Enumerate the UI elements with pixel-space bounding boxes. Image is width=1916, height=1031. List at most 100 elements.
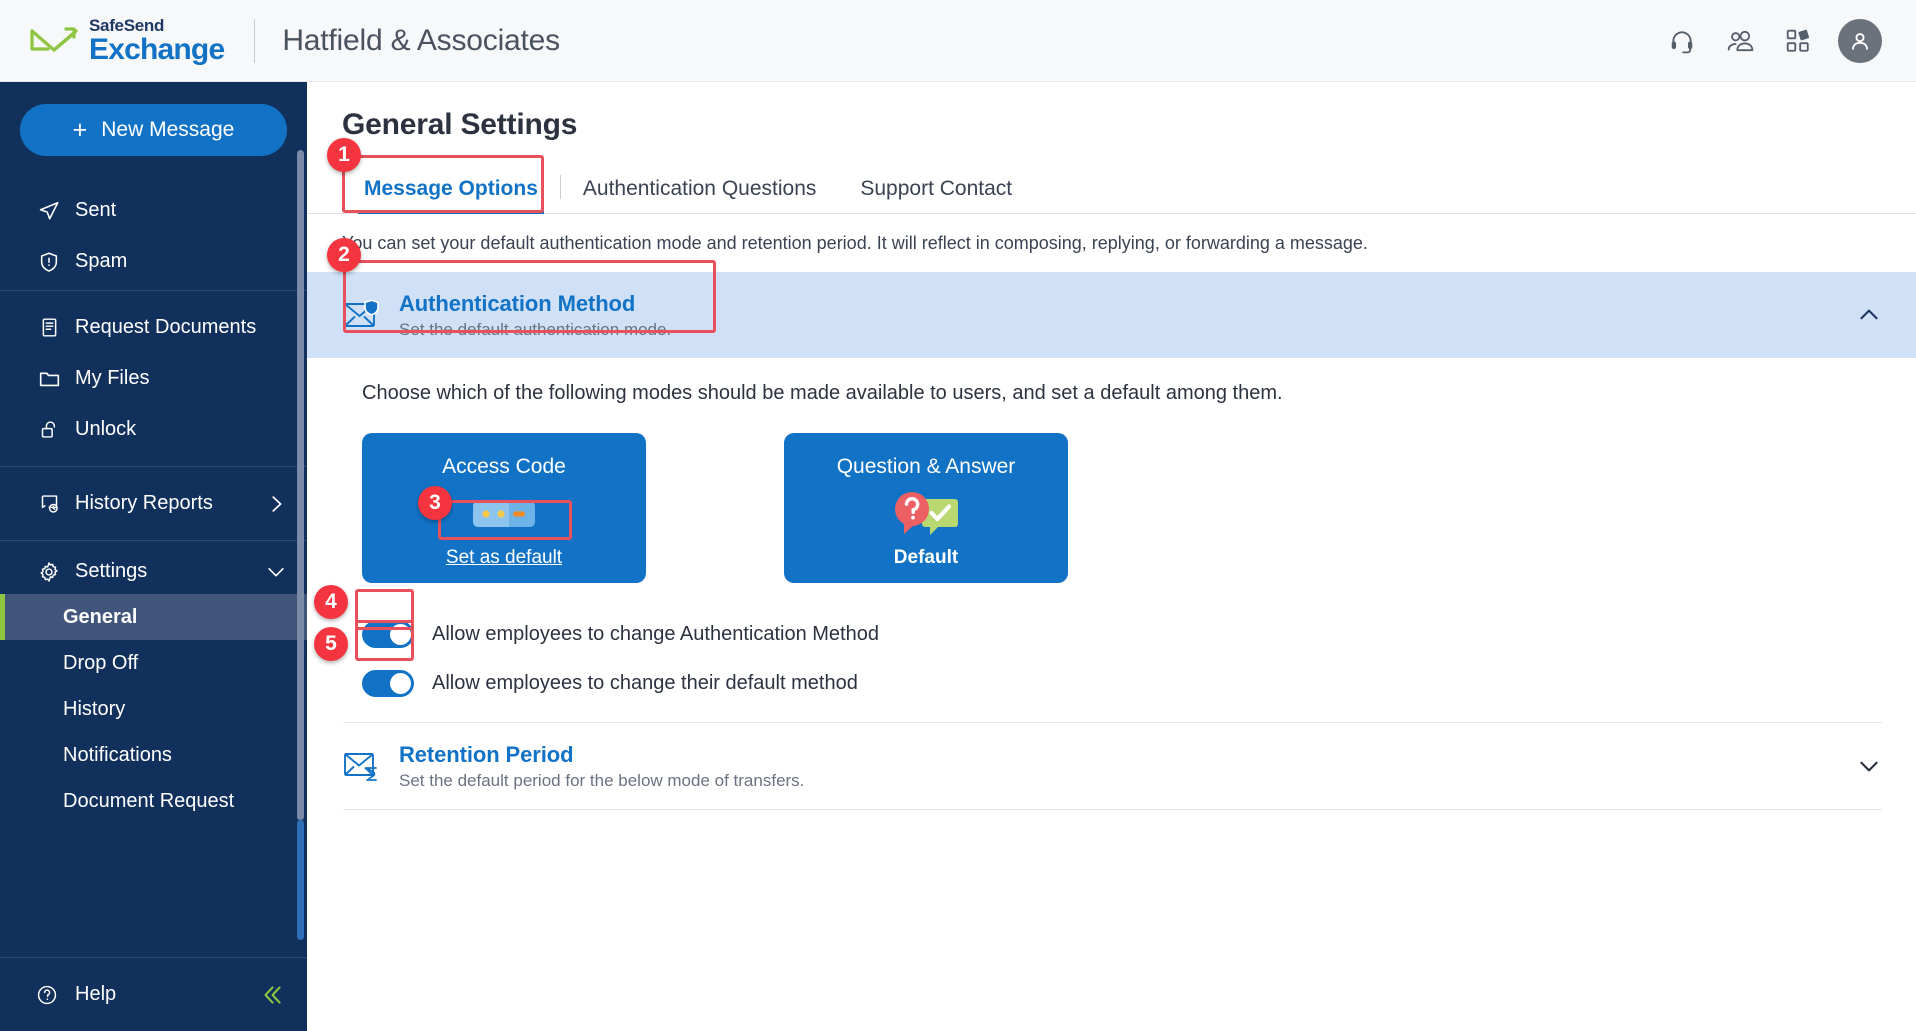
double-chevron-left-icon[interactable]: [259, 982, 285, 1008]
sidebar-subitem-label: Notifications: [63, 744, 172, 767]
section-title: Authentication Method: [399, 291, 671, 317]
chevron-down-icon[interactable]: [1856, 753, 1882, 779]
firm-name: Hatfield & Associates: [282, 24, 560, 58]
card-title: Access Code: [442, 455, 566, 479]
choose-modes-text: Choose which of the following modes shou…: [307, 382, 1916, 405]
user-avatar-icon[interactable]: [1838, 19, 1882, 63]
sidebar-item-my-files[interactable]: My Files: [0, 356, 307, 401]
toggle-label: Allow employees to change their default …: [432, 672, 858, 695]
sidebar-subitem-notifications[interactable]: Notifications: [0, 732, 307, 778]
sidebar-group-settings: Settings General Drop Off History: [0, 541, 307, 824]
authentication-method-body: Choose which of the following modes shou…: [307, 358, 1916, 699]
toggle-row-allow-change-auth-method: Allow employees to change Authentication…: [362, 619, 1916, 650]
sidebar-group-reports: History Reports: [0, 467, 307, 541]
sidebar-item-label: My Files: [75, 367, 149, 390]
tab-support-contact[interactable]: Support Contact: [838, 177, 1034, 213]
sidebar-footer: Help: [0, 957, 307, 1031]
question-answer-default-label: Default: [894, 547, 958, 569]
folder-icon: [36, 367, 62, 391]
tab-label: Support Contact: [860, 177, 1012, 200]
shield-alert-icon: [36, 250, 62, 274]
sidebar-subitem-drop-off[interactable]: Drop Off: [0, 640, 307, 686]
toggle-allow-change-auth-method[interactable]: [362, 621, 414, 648]
brand-divider: [254, 19, 255, 63]
sidebar-subitem-label: History: [63, 698, 125, 721]
auth-mode-card-access-code[interactable]: Access Code Set as default: [362, 433, 646, 583]
tab-message-options[interactable]: Message Options: [342, 177, 560, 213]
logo-wordmark: SafeSend Exchange: [89, 17, 224, 65]
question-answer-bubbles-icon: [890, 488, 962, 540]
logo-line-2: Exchange: [89, 35, 224, 65]
top-bar: SafeSend Exchange Hatfield & Associates: [0, 0, 1916, 82]
main-content: General Settings Message Options Authent…: [307, 82, 1916, 1031]
people-icon[interactable]: [1722, 23, 1758, 59]
apps-grid-icon[interactable]: [1780, 23, 1816, 59]
chevron-down-icon: [265, 561, 287, 583]
sidebar-item-sent[interactable]: Sent: [0, 188, 307, 233]
gear-icon: [36, 560, 62, 584]
sidebar-item-label: Settings: [75, 560, 147, 583]
sidebar: + New Message Sent: [0, 82, 307, 1031]
tab-authentication-questions[interactable]: Authentication Questions: [561, 177, 838, 213]
sidebar-subitem-general[interactable]: General: [0, 594, 307, 640]
unlock-icon: [36, 418, 62, 442]
card-title: Question & Answer: [837, 455, 1016, 479]
sidebar-item-settings[interactable]: Settings: [0, 549, 307, 594]
access-code-set-as-default[interactable]: Set as default: [446, 547, 562, 569]
app-root: SafeSend Exchange Hatfield & Associates: [0, 0, 1916, 1031]
intro-text: You can set your default authentication …: [307, 214, 1916, 272]
sidebar-scrollbar[interactable]: [297, 150, 304, 940]
question-circle-icon: [36, 984, 62, 1006]
top-bar-actions: [1664, 19, 1916, 63]
toggle-row-allow-change-default-method: Allow employees to change their default …: [362, 668, 1916, 699]
sidebar-item-label: Spam: [75, 250, 127, 273]
tab-bar: Message Options Authentication Questions…: [307, 168, 1916, 214]
auth-mode-cards: Access Code Set as default: [307, 405, 1916, 583]
sidebar-item-label: History Reports: [75, 492, 213, 515]
authentication-method-texts: Authentication Method Set the default au…: [399, 291, 671, 340]
sidebar-subitem-document-request[interactable]: Document Request: [0, 778, 307, 824]
envelope-hourglass-icon: [343, 746, 383, 786]
sidebar-item-unlock[interactable]: Unlock: [0, 407, 307, 452]
sidebar-item-history-reports[interactable]: History Reports: [0, 481, 307, 526]
sidebar-subitem-label: Document Request: [63, 790, 234, 813]
toggle-allow-change-default-method[interactable]: [362, 670, 414, 697]
history-report-icon: [36, 492, 62, 516]
toggle-knob: [390, 673, 411, 694]
chevron-right-icon: [265, 493, 287, 515]
plus-icon: +: [73, 118, 88, 143]
auth-toggle-rows: Allow employees to change Authentication…: [307, 583, 1916, 699]
sidebar-item-label: Unlock: [75, 418, 136, 441]
access-code-dots-icon: [473, 488, 535, 540]
sidebar-scrollbar-thumb-lower[interactable]: [297, 820, 304, 940]
logo-line-1: SafeSend: [89, 17, 224, 34]
toggle-knob: [390, 624, 411, 645]
retention-period-header[interactable]: Retention Period Set the default period …: [307, 723, 1916, 809]
authentication-method-header[interactable]: Authentication Method Set the default au…: [307, 272, 1916, 358]
sidebar-subitem-label: Drop Off: [63, 652, 138, 675]
headset-icon[interactable]: [1664, 23, 1700, 59]
section-divider-bottom: [343, 809, 1882, 810]
sidebar-subitem-history[interactable]: History: [0, 686, 307, 732]
auth-mode-card-question-answer[interactable]: Question & Answer Default: [784, 433, 1068, 583]
section-title: Retention Period: [399, 742, 804, 768]
section-subtitle: Set the default period for the below mod…: [399, 771, 804, 791]
sidebar-item-spam[interactable]: Spam: [0, 239, 307, 284]
sidebar-scroll-area: + New Message Sent: [0, 82, 307, 957]
tab-label: Message Options: [364, 177, 538, 200]
sidebar-item-label: Sent: [75, 199, 116, 222]
brand-area[interactable]: SafeSend Exchange: [0, 17, 224, 65]
retention-period-texts: Retention Period Set the default period …: [399, 742, 804, 791]
new-message-wrap: + New Message: [0, 82, 307, 182]
sidebar-subitem-label: General: [63, 606, 137, 629]
sidebar-scrollbar-thumb[interactable]: [297, 150, 304, 820]
chevron-up-icon[interactable]: [1856, 302, 1882, 328]
toggle-label: Allow employees to change Authentication…: [432, 623, 879, 646]
new-message-label: New Message: [101, 118, 234, 142]
sidebar-item-label: Request Documents: [75, 316, 256, 339]
envelope-shield-icon: [343, 295, 383, 335]
new-message-button[interactable]: + New Message: [20, 104, 287, 156]
sidebar-group-files: Request Documents My Files: [0, 291, 307, 467]
sidebar-item-request-documents[interactable]: Request Documents: [0, 305, 307, 350]
document-icon: [36, 316, 62, 340]
